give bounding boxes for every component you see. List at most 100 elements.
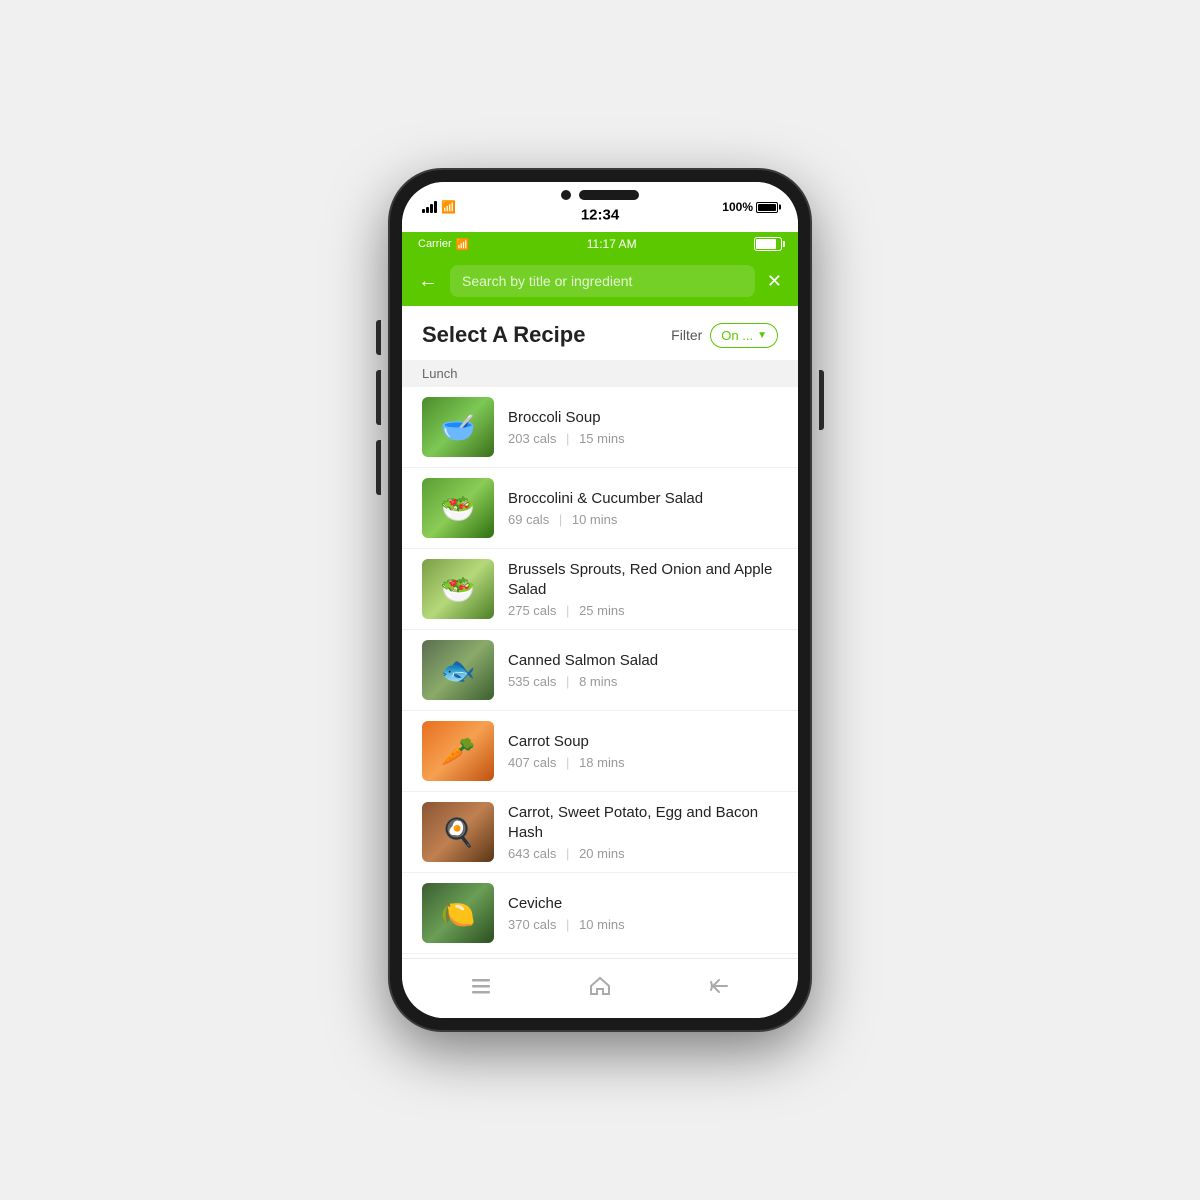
recipe-name: Canned Salmon Salad	[508, 651, 778, 671]
power-button[interactable]	[819, 370, 824, 430]
battery-pct-label: 100%	[722, 200, 753, 214]
volume-down-button[interactable]	[376, 440, 381, 495]
recipe-info: Carrot, Sweet Potato, Egg and Bacon Hash…	[508, 803, 778, 861]
food-image: 🥣	[422, 397, 494, 457]
filter-value: On ...	[721, 328, 753, 343]
recipe-name: Broccolini & Cucumber Salad	[508, 489, 778, 509]
recipe-time: 25 mins	[579, 603, 625, 618]
carrier-battery-fill	[756, 239, 776, 249]
recipe-time: 18 mins	[579, 755, 625, 770]
food-image: 🍋	[422, 883, 494, 943]
signal-bar-4	[434, 201, 437, 213]
volume-up-button[interactable]	[376, 370, 381, 425]
category-label: Lunch	[422, 366, 457, 381]
recipe-item[interactable]: 🍳 Carrot, Sweet Potato, Egg and Bacon Ha…	[402, 792, 798, 873]
recipe-time: 10 mins	[579, 917, 625, 932]
home-nav-button[interactable]	[575, 969, 625, 1009]
notch-area	[561, 190, 639, 200]
recipe-name: Brussels Sprouts, Red Onion and Apple Sa…	[508, 560, 778, 599]
recipe-calories: 407 cals	[508, 755, 556, 770]
recipe-meta: 69 cals | 10 mins	[508, 512, 778, 527]
recipe-meta: 643 cals | 20 mins	[508, 846, 778, 861]
carrier-info: Carrier 📶	[418, 238, 469, 251]
meta-separator: |	[566, 603, 569, 618]
carrier-name: Carrier	[418, 238, 452, 250]
recipe-thumbnail: 🥕	[422, 721, 494, 781]
close-icon[interactable]: ✕	[767, 271, 782, 292]
recipe-time: 20 mins	[579, 846, 625, 861]
signal-bar-3	[430, 204, 433, 213]
recipe-item[interactable]: 🐟 Canned Salmon Salad 535 cals | 8 mins	[402, 630, 798, 711]
mute-button[interactable]	[376, 320, 381, 355]
status-bar: 📶 12:34 100%	[402, 182, 798, 232]
battery-icon	[756, 202, 778, 213]
food-image: 🥗	[422, 478, 494, 538]
recipe-meta: 203 cals | 15 mins	[508, 431, 778, 446]
filter-area: Filter On ... ▼	[671, 323, 778, 348]
signal-bar-1	[422, 209, 425, 213]
food-image: 🐟	[422, 640, 494, 700]
recipe-calories: 535 cals	[508, 674, 556, 689]
meta-separator: |	[566, 431, 569, 446]
speaker-pill	[579, 190, 639, 200]
filter-label: Filter	[671, 327, 702, 343]
food-image: 🥕	[422, 721, 494, 781]
food-image: 🍳	[422, 802, 494, 862]
battery-fill	[758, 204, 776, 211]
back-arrow-icon[interactable]: ←	[418, 270, 438, 293]
recipe-header: Select A Recipe Filter On ... ▼	[402, 306, 798, 360]
category-header: Lunch	[402, 360, 798, 387]
battery-area: 100%	[722, 200, 778, 214]
wifi-icon: 📶	[441, 200, 456, 214]
recipe-calories: 69 cals	[508, 512, 549, 527]
recipe-item[interactable]: 🥗 Brussels Sprouts, Red Onion and Apple …	[402, 549, 798, 630]
recipe-time: 15 mins	[579, 431, 625, 446]
recipe-item[interactable]: 🥣 Broccoli Soup 203 cals | 15 mins	[402, 387, 798, 468]
meta-separator: |	[566, 674, 569, 689]
food-image: 🥗	[422, 559, 494, 619]
chevron-down-icon: ▼	[757, 330, 767, 341]
meta-separator: |	[559, 512, 562, 527]
recipe-calories: 275 cals	[508, 603, 556, 618]
carrier-battery	[754, 237, 782, 251]
recipe-thumbnail: 🍋	[422, 883, 494, 943]
meta-separator: |	[566, 917, 569, 932]
recipe-thumbnail: 🥣	[422, 397, 494, 457]
recipe-list: 🥣 Broccoli Soup 203 cals | 15 mins 🥗 Bro…	[402, 387, 798, 958]
page-title: Select A Recipe	[422, 322, 585, 348]
recipe-info: Broccoli Soup 203 cals | 15 mins	[508, 408, 778, 447]
recipe-name: Carrot, Sweet Potato, Egg and Bacon Hash	[508, 803, 778, 842]
recipe-time: 10 mins	[572, 512, 618, 527]
menu-icon	[469, 974, 493, 1004]
search-input[interactable]: Search by title or ingredient	[450, 265, 755, 297]
signal-area: 📶	[422, 200, 456, 214]
recipe-thumbnail: 🐟	[422, 640, 494, 700]
recipe-calories: 370 cals	[508, 917, 556, 932]
recipe-thumbnail: 🍳	[422, 802, 494, 862]
signal-bar-2	[426, 207, 429, 213]
phone-device: 📶 12:34 100% Carrier 📶 11:17 AM	[390, 170, 810, 1030]
recipe-thumbnail: 🥗	[422, 478, 494, 538]
recipe-info: Brussels Sprouts, Red Onion and Apple Sa…	[508, 560, 778, 618]
meta-separator: |	[566, 755, 569, 770]
carrier-time: 11:17 AM	[587, 237, 637, 251]
recipe-meta: 275 cals | 25 mins	[508, 603, 778, 618]
camera-dot	[561, 190, 571, 200]
content-area: Select A Recipe Filter On ... ▼ Lunch 🥣	[402, 306, 798, 958]
recipe-item[interactable]: 🥗 Broccolini & Cucumber Salad 69 cals | …	[402, 468, 798, 549]
bottom-navigation	[402, 958, 798, 1018]
recipe-item[interactable]: 🍋 Ceviche 370 cals | 10 mins	[402, 873, 798, 954]
recipe-item[interactable]: 🥕 Carrot Soup 407 cals | 18 mins	[402, 711, 798, 792]
menu-nav-button[interactable]	[456, 969, 506, 1009]
filter-button[interactable]: On ... ▼	[710, 323, 778, 348]
recipe-calories: 203 cals	[508, 431, 556, 446]
signal-bars	[422, 201, 437, 213]
back-nav-button[interactable]	[694, 969, 744, 1009]
recipe-name: Ceviche	[508, 894, 778, 914]
back-icon	[707, 974, 731, 1004]
recipe-info: Ceviche 370 cals | 10 mins	[508, 894, 778, 933]
recipe-thumbnail: 🥗	[422, 559, 494, 619]
recipe-meta: 370 cals | 10 mins	[508, 917, 778, 932]
recipe-info: Broccolini & Cucumber Salad 69 cals | 10…	[508, 489, 778, 528]
recipe-info: Canned Salmon Salad 535 cals | 8 mins	[508, 651, 778, 690]
